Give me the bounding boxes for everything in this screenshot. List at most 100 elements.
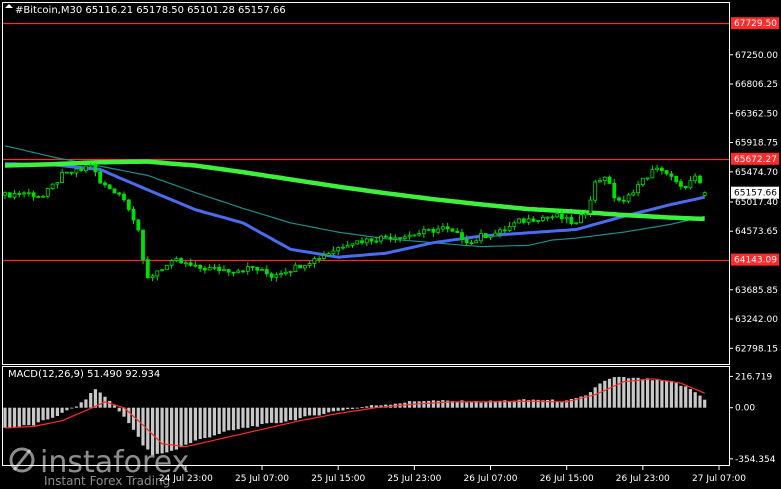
time-tick-label: 25 Jul 23:00 (387, 474, 441, 484)
price-tick-label: 66806.25 (735, 80, 778, 90)
candle-body (550, 216, 555, 219)
candle-body (174, 258, 179, 261)
macd-bar (41, 407, 45, 421)
candle-body (3, 192, 7, 196)
candle-body (398, 237, 403, 240)
symbol-header: #Bitcoin,M30 65116.21 65178.50 65101.28 … (5, 4, 286, 16)
macd-bar (417, 401, 421, 408)
macd-bar (279, 407, 283, 423)
macd-bar (193, 407, 197, 441)
candle-body (379, 235, 383, 242)
macd-bar (560, 401, 564, 408)
candle-body (693, 175, 698, 182)
price-chart[interactable]: 67250.00 66806.25 66362.50 65918.75 65474.70… (0, 0, 781, 489)
macd-bar (98, 392, 102, 408)
candle-body (341, 246, 345, 249)
candle-body (45, 188, 50, 197)
level-price-label: 65672.27 (734, 155, 777, 165)
macd-bar (327, 407, 331, 413)
candle-body (84, 165, 88, 171)
candle-body (493, 232, 498, 237)
candle-body (345, 245, 350, 248)
candle-body (388, 236, 393, 240)
candle-body (293, 264, 298, 272)
candle-body (207, 267, 212, 271)
candle-body (460, 232, 464, 240)
candle-body (417, 233, 422, 236)
candle-body (65, 171, 69, 174)
macd-bar (298, 407, 302, 419)
candle-body (479, 233, 483, 242)
candle-body (598, 180, 602, 183)
candle-body (574, 222, 579, 225)
candle-body (555, 213, 560, 218)
candle-body (464, 239, 469, 244)
candle-body (41, 195, 45, 198)
macd-bar (655, 379, 659, 408)
candle-body (279, 273, 284, 276)
macd-bar (365, 406, 369, 408)
candle-body (512, 222, 517, 227)
candle-body (436, 228, 441, 233)
macd-bar (55, 407, 59, 416)
candle-body (255, 266, 260, 271)
candle-body (564, 216, 569, 220)
macd-bar (588, 392, 593, 408)
candle-body (531, 218, 536, 222)
macd-bar (303, 407, 307, 417)
candle-body (569, 216, 574, 225)
time-tick-label: 27 Jul 07:00 (692, 474, 746, 484)
candle-body (526, 218, 531, 223)
macd-bar (265, 407, 269, 424)
candle-body (69, 171, 74, 174)
candle-body (450, 228, 455, 232)
candle-body (631, 192, 636, 196)
candle-body (407, 234, 412, 238)
candle-body (369, 238, 374, 242)
macd-bar (127, 407, 131, 424)
macd-bar (241, 407, 245, 428)
macd-bar (217, 407, 221, 434)
macd-bar (698, 395, 702, 408)
macd-tick-label: 0.00 (735, 404, 755, 414)
macd-bar (627, 378, 631, 408)
macd-bar (36, 407, 40, 423)
candle-body (183, 262, 188, 265)
macd-bar (32, 407, 36, 426)
macd-bar (8, 407, 12, 429)
macd-bar (46, 407, 50, 420)
macd-bar (284, 407, 288, 422)
candle-body (103, 182, 107, 186)
candle-body (498, 229, 502, 234)
candle-body (302, 265, 307, 269)
candle-body (502, 229, 507, 232)
macd-bar (436, 400, 440, 408)
macd-bar (641, 379, 645, 408)
candle-body (112, 188, 117, 194)
candle-body (160, 269, 165, 272)
candle-body (212, 266, 217, 269)
candle-body (188, 262, 193, 266)
candle-body (626, 194, 631, 202)
macd-bar (331, 407, 335, 412)
price-tick-label: 66362.50 (735, 109, 778, 119)
macd-bar (212, 407, 216, 436)
candle-body (217, 266, 222, 272)
candle-body (664, 170, 669, 175)
candle-body (698, 175, 702, 184)
macd-bar (646, 378, 650, 408)
macd-bar (246, 407, 250, 428)
macd-bar (27, 407, 31, 426)
macd-bar (479, 402, 483, 408)
candle-body (126, 199, 131, 210)
macd-bar (427, 400, 431, 408)
macd-bar (189, 407, 193, 444)
symbol-header-text: #Bitcoin,M30 65116.21 65178.50 65101.28 … (15, 5, 286, 16)
macd-bar (631, 377, 635, 408)
macd-bar (336, 407, 340, 411)
macd-bar (484, 402, 488, 408)
candle-body (640, 177, 645, 185)
candle-body (155, 270, 160, 277)
candle-body (88, 164, 93, 167)
price-tick-label: 63242.00 (735, 315, 778, 325)
